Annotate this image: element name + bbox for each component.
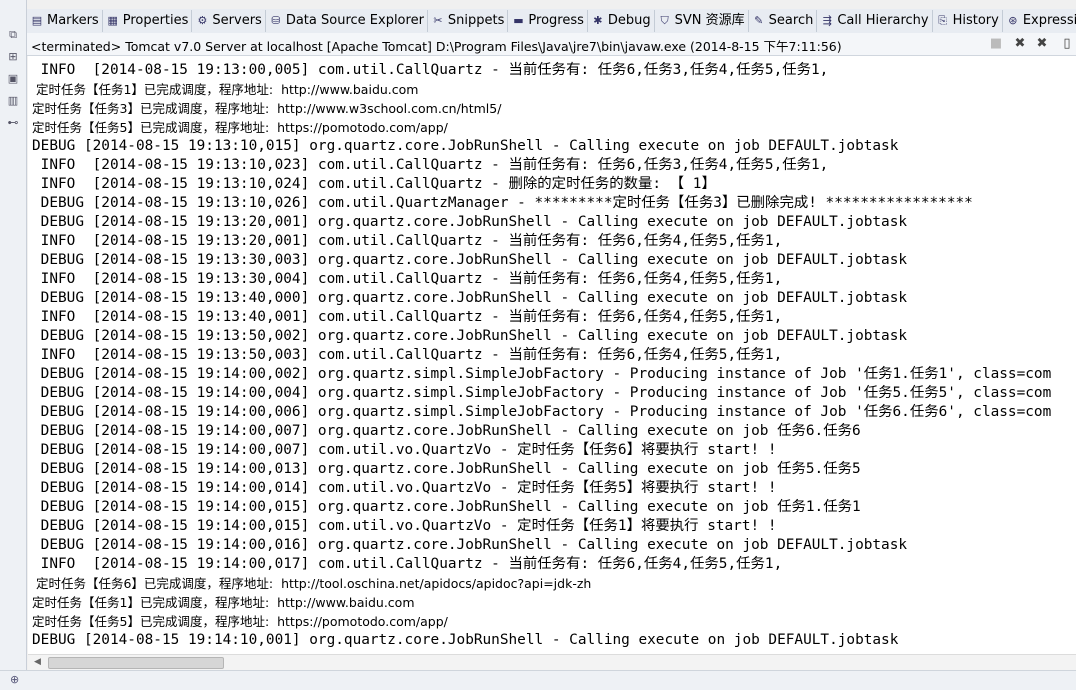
console-line: DEBUG [2014-08-15 19:13:50,002] org.quar… bbox=[32, 328, 908, 344]
tab-label: Snippets bbox=[447, 13, 505, 28]
properties-icon: ▦ bbox=[107, 14, 118, 27]
console-line: DEBUG [2014-08-15 19:14:00,013] org.quar… bbox=[32, 461, 861, 477]
fast-view-icon[interactable]: ⊕ bbox=[10, 673, 19, 686]
scrollbar-thumb[interactable] bbox=[48, 657, 224, 669]
tab-label: History bbox=[952, 13, 999, 28]
view-tab-bar: ▤ Markers ▦ Properties ⚙ Servers ⛁ Data Source … bbox=[27, 9, 1076, 34]
package-explorer-icon[interactable]: ⊞ bbox=[6, 50, 20, 64]
tab-expressions[interactable]: ⊛ Expressions bbox=[1003, 10, 1076, 32]
console-line: DEBUG [2014-08-15 19:14:00,014] com.util… bbox=[32, 480, 777, 496]
console-line: DEBUG [2014-08-15 19:14:10,001] org.quar… bbox=[32, 632, 899, 648]
console-line: DEBUG [2014-08-15 19:14:00,004] org.quar… bbox=[32, 385, 1052, 401]
console-line: INFO [2014-08-15 19:13:20,001] com.util.… bbox=[32, 233, 783, 249]
tab-properties[interactable]: ▦ Properties bbox=[103, 10, 193, 32]
tab-svn[interactable]: ⛉ SVN 资源库 bbox=[655, 10, 749, 32]
console-line: INFO [2014-08-15 19:14:00,017] com.util.… bbox=[32, 556, 783, 572]
console-line: INFO [2014-08-15 19:13:00,005] com.util.… bbox=[32, 62, 829, 78]
tab-label: Call Hierarchy bbox=[837, 13, 929, 28]
console-line: DEBUG [2014-08-15 19:13:20,001] org.quar… bbox=[32, 214, 908, 230]
tab-label: Data Source Explorer bbox=[285, 13, 424, 28]
tab-label: Servers bbox=[212, 13, 262, 28]
tab-label: Expressions bbox=[1022, 13, 1076, 28]
console-line: DEBUG [2014-08-15 19:13:10,015] org.quar… bbox=[32, 138, 899, 154]
servers-icon: ⚙ bbox=[197, 14, 208, 27]
snippets-icon: ✂ bbox=[433, 14, 443, 27]
status-bar: ⊕ bbox=[0, 670, 1076, 690]
terminate-icon[interactable]: ■ bbox=[988, 36, 1004, 52]
horizontal-scrollbar[interactable]: ◀ bbox=[28, 654, 1076, 670]
clear-console-icon[interactable]: ▯ bbox=[1059, 36, 1075, 52]
history-icon: ⎘ bbox=[938, 14, 947, 27]
tab-history[interactable]: ⎘ History bbox=[933, 10, 1003, 32]
scroll-left-icon[interactable]: ◀ bbox=[30, 655, 45, 670]
markers-icon: ▤ bbox=[31, 14, 43, 27]
debug-icon: ✱ bbox=[593, 14, 603, 27]
call-hierarchy-icon: ⇶ bbox=[822, 14, 832, 27]
tab-label: Debug bbox=[607, 13, 651, 28]
remove-all-terminated-icon[interactable]: ✖ bbox=[1034, 36, 1050, 52]
console-line: DEBUG [2014-08-15 19:14:00,015] com.util… bbox=[32, 518, 777, 534]
console-line: INFO [2014-08-15 19:13:10,023] com.util.… bbox=[32, 157, 829, 173]
tab-snippets[interactable]: ✂ Snippets bbox=[428, 10, 509, 32]
console-title-bar: <terminated> Tomcat v7.0 Server at local… bbox=[27, 33, 1076, 56]
console-line: DEBUG [2014-08-15 19:14:00,007] com.util… bbox=[32, 442, 777, 458]
console-line: INFO [2014-08-15 19:13:50,003] com.util.… bbox=[32, 347, 783, 363]
tab-label: Progress bbox=[528, 13, 584, 28]
restore-view-icon[interactable]: ⧉ bbox=[6, 28, 20, 42]
console-line: INFO [2014-08-15 19:13:40,001] com.util.… bbox=[32, 309, 783, 325]
console-line: DEBUG [2014-08-15 19:13:30,003] org.quar… bbox=[32, 252, 908, 268]
console-line: INFO [2014-08-15 19:13:10,024] com.util.… bbox=[32, 176, 716, 192]
tab-label: SVN 资源库 bbox=[674, 13, 745, 28]
expressions-icon: ⊛ bbox=[1008, 14, 1018, 27]
search-icon: ✎ bbox=[754, 14, 764, 27]
console-line: 定时任务【任务5】已完成调度，程序地址: https://pomotodo.co… bbox=[32, 614, 448, 629]
tab-debug[interactable]: ✱ Debug bbox=[588, 10, 655, 32]
tab-markers[interactable]: ▤ Markers bbox=[27, 10, 103, 32]
tab-servers[interactable]: ⚙ Servers bbox=[192, 10, 266, 32]
console-line: DEBUG [2014-08-15 19:13:40,000] org.quar… bbox=[32, 290, 908, 306]
console-line: 定时任务【任务3】已完成调度，程序地址: http://www.w3school… bbox=[32, 101, 502, 116]
database-icon: ⛁ bbox=[271, 14, 281, 27]
tab-database[interactable]: ⛁ Data Source Explorer bbox=[266, 10, 428, 32]
console-line: DEBUG [2014-08-15 19:14:00,002] org.quar… bbox=[32, 366, 1052, 382]
tab-label: Properties bbox=[122, 13, 189, 28]
console-title: <terminated> Tomcat v7.0 Server at local… bbox=[31, 39, 842, 54]
tab-progress[interactable]: ▬ Progress bbox=[508, 10, 588, 32]
console-line: 定时任务【任务6】已完成调度，程序地址: http://tool.oschina… bbox=[32, 576, 592, 591]
tab-label: Search bbox=[768, 13, 814, 28]
console-line: DEBUG [2014-08-15 19:14:00,007] org.quar… bbox=[32, 423, 861, 439]
tab-search[interactable]: ✎ Search bbox=[749, 10, 818, 32]
svn-icon: ⛉ bbox=[660, 14, 669, 27]
tab-call-hierarchy[interactable]: ⇶ Call Hierarchy bbox=[817, 10, 933, 32]
navigator-icon[interactable]: ▣ bbox=[6, 72, 20, 86]
console-line: 定时任务【任务1】已完成调度，程序地址: http://www.baidu.co… bbox=[32, 82, 419, 97]
progress-icon: ▬ bbox=[513, 14, 524, 27]
console-line: DEBUG [2014-08-15 19:13:10,026] com.util… bbox=[32, 195, 973, 211]
outline-icon[interactable]: ▥ bbox=[6, 94, 20, 108]
remove-launch-icon[interactable]: ✖ bbox=[1012, 36, 1028, 52]
console-line: DEBUG [2014-08-15 19:14:00,016] org.quar… bbox=[32, 537, 908, 553]
console-line: 定时任务【任务5】已完成调度，程序地址: https://pomotodo.co… bbox=[32, 120, 448, 135]
left-toolbar: ⧉ ⊞ ▣ ▥ ⊷ bbox=[0, 0, 27, 689]
console-output[interactable]: INFO [2014-08-15 19:13:00,005] com.util.… bbox=[28, 56, 1076, 654]
console-line: 定时任务【任务1】已完成调度，程序地址: http://www.baidu.co… bbox=[32, 595, 415, 610]
hierarchy-icon[interactable]: ⊷ bbox=[6, 116, 20, 130]
console-line: INFO [2014-08-15 19:13:30,004] com.util.… bbox=[32, 271, 783, 287]
tab-label: Markers bbox=[47, 13, 99, 28]
console-line: DEBUG [2014-08-15 19:14:00,006] org.quar… bbox=[32, 404, 1052, 420]
console-line: DEBUG [2014-08-15 19:14:00,015] org.quar… bbox=[32, 499, 861, 515]
